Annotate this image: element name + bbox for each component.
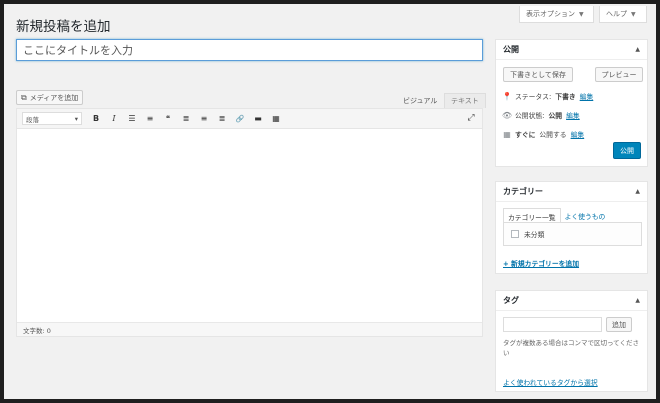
align-center-button[interactable]: ≡	[196, 112, 212, 126]
bold-button[interactable]: B	[88, 112, 104, 126]
category-checkbox[interactable]	[511, 230, 519, 238]
toolbar-toggle-button[interactable]: ▦	[268, 112, 284, 126]
content-editor[interactable]: 段落 ▾ B I ☰ ≡ ❝ ≣ ≡ ≣ 🔗 ▬ ▦ ⤢ 文字数: 0	[16, 108, 483, 337]
status-label: ステータス:	[515, 93, 552, 101]
toolbar-toggle-icon: ▦	[272, 114, 280, 123]
read-more-icon: ▬	[254, 114, 262, 123]
read-more-button[interactable]: ▬	[250, 112, 266, 126]
editor-window: 表示オプション ▼ ヘルプ ▼ 新規投稿を追加 ここにタイトルを入力 ⧉ メディ…	[4, 4, 656, 399]
media-icon: ⧉	[21, 92, 27, 102]
tag-input[interactable]	[503, 317, 602, 332]
italic-button[interactable]: I	[106, 112, 122, 126]
add-media-label: メディアを追加	[29, 93, 79, 102]
add-tag-button[interactable]: 追加	[606, 317, 632, 332]
category-item-label: 未分類	[524, 231, 545, 239]
format-select[interactable]: 段落 ▾	[22, 112, 82, 125]
word-count-label: 文字数: 0	[23, 326, 51, 335]
align-left-button[interactable]: ≣	[178, 112, 194, 126]
schedule-row: ▦ すぐに 公開する 編集	[503, 129, 585, 140]
add-new-category-link[interactable]: + 新規カテゴリーを追加	[503, 258, 579, 268]
schedule-suffix: 公開する	[539, 131, 567, 139]
bold-icon: B	[92, 114, 100, 123]
edit-schedule-link[interactable]: 編集	[571, 129, 585, 139]
tag-box-header[interactable]: タグ ▲	[496, 291, 647, 311]
blockquote-button[interactable]: ❝	[160, 112, 176, 126]
chevron-down-icon: ▾	[74, 114, 78, 123]
tab-text[interactable]: テキスト	[444, 93, 486, 108]
category-box: カテゴリー ▲ カテゴリー一覧 よく使うもの 未分類 + 新規カテゴリーを追加	[495, 181, 648, 274]
title-placeholder: ここにタイトルを入力	[23, 44, 133, 57]
pin-icon: 📍	[502, 91, 512, 101]
page-title: 新規投稿を追加	[16, 19, 111, 35]
word-count: 文字数: 0	[17, 322, 482, 336]
align-right-button[interactable]: ≣	[214, 112, 230, 126]
blockquote-icon: ❝	[165, 114, 171, 123]
italic-icon: I	[112, 114, 116, 123]
tag-box-title: タグ	[503, 296, 519, 305]
numbered-list-icon: ≡	[146, 114, 154, 123]
visibility-row: 👁 公開状態: 公開 編集	[501, 110, 580, 121]
status-value: 下書き	[555, 93, 576, 101]
screen-options-button[interactable]: 表示オプション ▼	[519, 6, 594, 23]
fullscreen-button[interactable]: ⤢	[465, 112, 477, 124]
align-right-icon: ≣	[218, 114, 226, 123]
caret-down-icon: ▼	[579, 10, 584, 18]
edit-status-link[interactable]: 編集	[580, 91, 594, 101]
publish-box: 公開 ▲ 下書きとして保存 プレビュー 📍 ステータス: 下書き 編集 👁 公開…	[495, 39, 648, 167]
collapse-arrow-icon[interactable]: ▲	[635, 297, 640, 304]
collapse-arrow-icon[interactable]: ▲	[635, 188, 640, 195]
add-media-button[interactable]: ⧉ メディアを追加	[16, 90, 84, 105]
post-title-input[interactable]: ここにタイトルを入力	[16, 39, 483, 61]
fullscreen-icon: ⤢	[467, 113, 475, 123]
visibility-value: 公開	[548, 112, 563, 120]
help-button[interactable]: ヘルプ ▼	[599, 6, 647, 23]
category-box-title: カテゴリー	[503, 187, 543, 196]
eye-icon: 👁	[501, 110, 513, 120]
screen-options-label: 表示オプション	[526, 10, 575, 18]
bullet-list-button[interactable]: ☰	[124, 112, 140, 126]
align-left-icon: ≣	[182, 114, 190, 123]
preview-button[interactable]: プレビュー	[595, 67, 643, 82]
tab-visual[interactable]: ビジュアル	[397, 93, 444, 108]
calendar-icon: ▦	[503, 129, 511, 139]
link-icon: 🔗	[235, 114, 245, 123]
visibility-label: 公開状態:	[515, 112, 545, 120]
category-box-header[interactable]: カテゴリー ▲	[496, 182, 647, 202]
format-select-value: 段落	[26, 115, 39, 124]
align-center-icon: ≡	[200, 114, 208, 123]
edit-visibility-link[interactable]: 編集	[566, 110, 580, 120]
popular-tags-link[interactable]: よく使われているタグから選択	[503, 377, 598, 387]
insert-link-button[interactable]: 🔗	[232, 112, 248, 126]
collapse-arrow-icon[interactable]: ▲	[635, 46, 640, 53]
tag-hint: タグが複数ある場合はコンマで区切ってください	[503, 339, 639, 357]
tag-box: タグ ▲ 追加 タグが複数ある場合はコンマで区切ってください よく使われているタ…	[495, 290, 648, 392]
numbered-list-button[interactable]: ≡	[142, 112, 158, 126]
editor-toolbar: 段落 ▾ B I ☰ ≡ ❝ ≣ ≡ ≣ 🔗 ▬ ▦ ⤢	[17, 109, 482, 129]
publish-button[interactable]: 公開	[613, 142, 641, 159]
help-label: ヘルプ	[606, 10, 627, 18]
category-list: 未分類	[503, 222, 642, 246]
bullet-list-icon: ☰	[128, 114, 136, 123]
schedule-value: すぐに	[515, 131, 536, 139]
status-row: 📍 ステータス: 下書き 編集	[502, 91, 594, 102]
caret-down-icon: ▼	[631, 10, 636, 18]
save-draft-button[interactable]: 下書きとして保存	[503, 67, 573, 82]
publish-box-title: 公開	[503, 45, 519, 54]
publish-box-header[interactable]: 公開 ▲	[496, 40, 647, 60]
